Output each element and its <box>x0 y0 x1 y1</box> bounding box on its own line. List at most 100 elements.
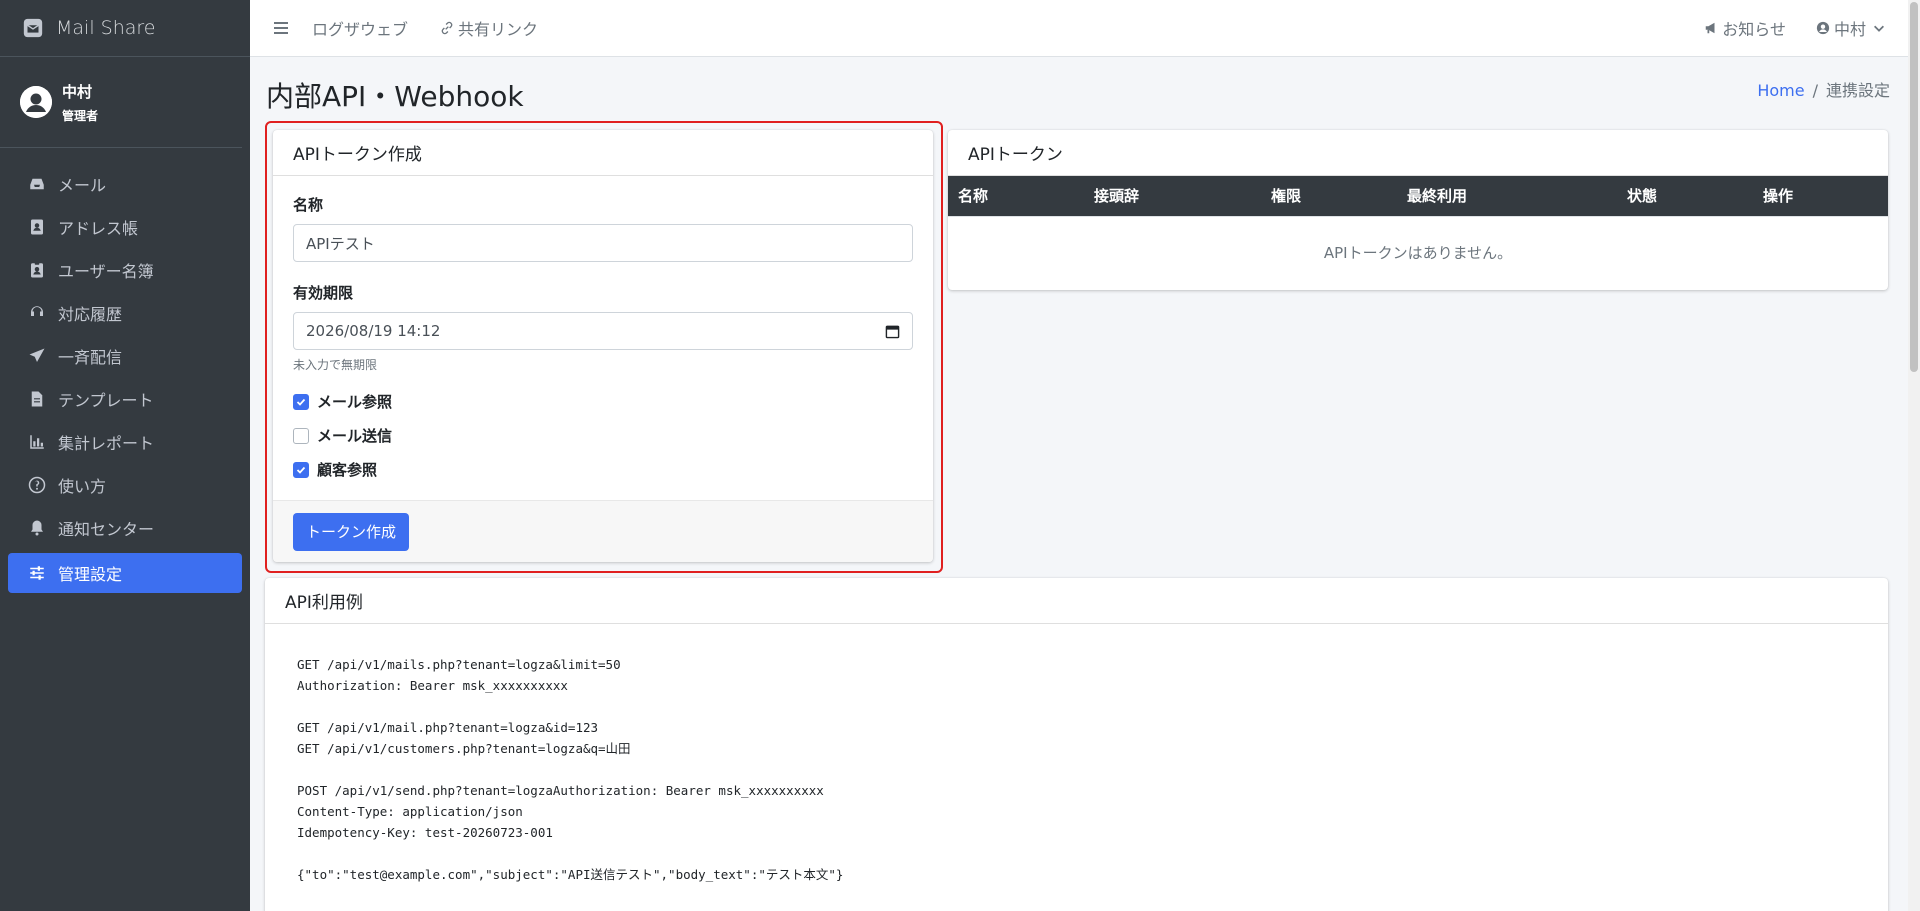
envelope-open-icon <box>23 18 43 38</box>
token-table-header-row: 名称 接頭辞 権限 最終利用 状態 操作 <box>948 176 1888 216</box>
column-header: 権限 <box>1261 176 1397 216</box>
nav-link-label: 共有リンク <box>458 20 539 39</box>
permission-customer-read[interactable]: 顧客参照 <box>293 459 913 480</box>
user-circle-icon <box>1816 21 1830 35</box>
permission-mail-send[interactable]: メール送信 <box>293 425 913 446</box>
permission-list: メール参照 メール送信 顧客参照 <box>293 391 913 480</box>
chevron-down-icon <box>1874 25 1884 32</box>
page-title: 内部API・Webhook <box>266 80 524 113</box>
token-create-card: APIトークン作成 名称 APIテスト 有効期限 2026/08/19 14:1… <box>273 130 933 562</box>
sidebar-item-label: 管理設定 <box>58 565 123 584</box>
user-panel[interactable]: 中村 管理者 <box>0 57 242 148</box>
paper-plane-icon <box>29 348 45 362</box>
sidebar: Mail Share 中村 管理者 メール アドレス帳 ユーザー名簿 対応履歴 <box>0 0 250 911</box>
sidebar-item-user-directory[interactable]: ユーザー名簿 <box>0 248 250 291</box>
api-usage-card: API利用例 GET /api/v1/mails.php?tenant=logz… <box>265 578 1888 911</box>
user-name: 中村 <box>62 82 93 101</box>
id-badge-icon <box>31 261 43 277</box>
expiry-input[interactable]: 2026/08/19 14:12 <box>293 312 913 350</box>
nav-link-shared-links[interactable]: 共有リンク <box>440 16 538 40</box>
nav-link-logzaweb[interactable]: ログザウェブ <box>312 16 408 40</box>
api-usage-header: API利用例 <box>265 578 1888 624</box>
checkbox-checked[interactable] <box>293 461 309 478</box>
permission-label: メール参照 <box>317 393 393 411</box>
column-header: 最終利用 <box>1397 176 1617 216</box>
sidebar-item-reports[interactable]: 集計レポート <box>0 420 250 463</box>
sidebar-nav: メール アドレス帳 ユーザー名簿 対応履歴 一斉配信 テンプレート 集計レポート <box>0 148 250 593</box>
calendar-icon[interactable] <box>885 324 900 339</box>
table-row: APIトークンはありません。 <box>948 215 1888 289</box>
sidebar-item-label: 対応履歴 <box>58 304 123 324</box>
sidebar-item-label: 通知センター <box>58 519 155 539</box>
column-header: 名称 <box>948 176 1084 216</box>
sidebar-item-mail[interactable]: メール <box>0 162 250 205</box>
topbar-right: お知らせ 中村 <box>1704 16 1886 40</box>
sidebar-item-label: ユーザー名簿 <box>58 261 154 281</box>
permission-label: メール送信 <box>317 427 393 445</box>
check-icon <box>296 398 306 406</box>
column-header: 操作 <box>1753 176 1888 216</box>
page-scrollbar[interactable] <box>1908 0 1920 911</box>
create-token-button[interactable]: トークン作成 <box>293 512 410 551</box>
expiry-input-value: 2026/08/19 14:12 <box>306 322 441 340</box>
sliders-icon <box>30 566 44 580</box>
headset-icon <box>31 305 43 316</box>
breadcrumb-separator: / <box>1812 81 1818 100</box>
api-usage-code: GET /api/v1/mails.php?tenant=logza&limit… <box>297 657 844 882</box>
name-label: 名称 <box>293 196 324 214</box>
chart-icon <box>30 434 44 449</box>
user-menu-label: 中村 <box>1833 20 1866 39</box>
sidebar-item-notifications[interactable]: 通知センター <box>0 506 250 549</box>
breadcrumb-current: 連携設定 <box>1825 81 1890 100</box>
token-list-card: APIトークン 名称 接頭辞 権限 最終利用 状態 操作 APIトークンはありま… <box>948 130 1888 290</box>
sidebar-item-label: 使い方 <box>58 476 107 496</box>
sidebar-item-address-book[interactable]: アドレス帳 <box>0 205 250 248</box>
address-book-icon <box>31 219 43 234</box>
token-create-header: APIトークン作成 <box>273 130 933 176</box>
link-icon <box>441 21 453 35</box>
empty-message: APIトークンはありません。 <box>948 215 1888 289</box>
token-create-footer: トークン作成 <box>273 500 933 562</box>
sidebar-item-label: 一斉配信 <box>58 347 123 367</box>
checkbox-checked[interactable] <box>293 393 309 410</box>
name-input-value: APIテスト <box>306 234 375 253</box>
brand-name: Mail Share <box>56 17 156 39</box>
notifications-link[interactable]: お知らせ <box>1704 16 1786 40</box>
sidebar-item-label: 集計レポート <box>58 433 155 453</box>
token-create-body: 名称 APIテスト 有効期限 2026/08/19 14:12 未入力で無期限 … <box>273 176 933 480</box>
column-header: 接頭辞 <box>1084 176 1261 216</box>
scrollbar-thumb[interactable] <box>1910 2 1918 372</box>
permission-label: 顧客参照 <box>317 461 378 479</box>
column-header: 状態 <box>1617 176 1753 216</box>
sidebar-item-label: メール <box>58 175 107 195</box>
check-icon <box>296 466 306 474</box>
breadcrumb-home[interactable]: Home <box>1757 81 1804 100</box>
name-input[interactable]: APIテスト <box>293 224 913 262</box>
checkbox-unchecked[interactable] <box>293 427 309 444</box>
sidebar-item-history[interactable]: 対応履歴 <box>0 291 250 334</box>
bell-icon <box>31 520 43 535</box>
brand[interactable]: Mail Share <box>0 0 250 57</box>
sidebar-item-templates[interactable]: テンプレート <box>0 377 250 420</box>
topbar: ログザウェブ 共有リンク お知らせ 中村 <box>250 0 1908 57</box>
megaphone-icon <box>1706 22 1715 34</box>
user-role: 管理者 <box>62 108 99 123</box>
notifications-label: お知らせ <box>1722 20 1786 39</box>
sidebar-item-help[interactable]: 使い方 <box>0 463 250 506</box>
permission-mail-read[interactable]: メール参照 <box>293 391 913 412</box>
sidebar-item-label: アドレス帳 <box>58 218 139 238</box>
token-table: 名称 接頭辞 権限 最終利用 状態 操作 APIトークンはありません。 <box>948 176 1888 289</box>
avatar <box>20 86 52 118</box>
file-icon <box>31 391 43 406</box>
token-list-header: APIトークン <box>948 130 1888 176</box>
breadcrumb: Home / 連携設定 <box>1757 77 1890 101</box>
sidebar-item-admin-settings[interactable]: 管理設定 <box>8 553 242 593</box>
inbox-icon <box>30 178 44 189</box>
user-circle-icon <box>20 86 52 118</box>
hamburger-menu-icon[interactable] <box>272 18 292 38</box>
sidebar-item-broadcast[interactable]: 一斉配信 <box>0 334 250 377</box>
user-menu[interactable]: 中村 <box>1816 16 1886 40</box>
question-icon <box>28 476 46 493</box>
sidebar-item-label: テンプレート <box>58 390 154 410</box>
expiry-label: 有効期限 <box>293 284 354 302</box>
